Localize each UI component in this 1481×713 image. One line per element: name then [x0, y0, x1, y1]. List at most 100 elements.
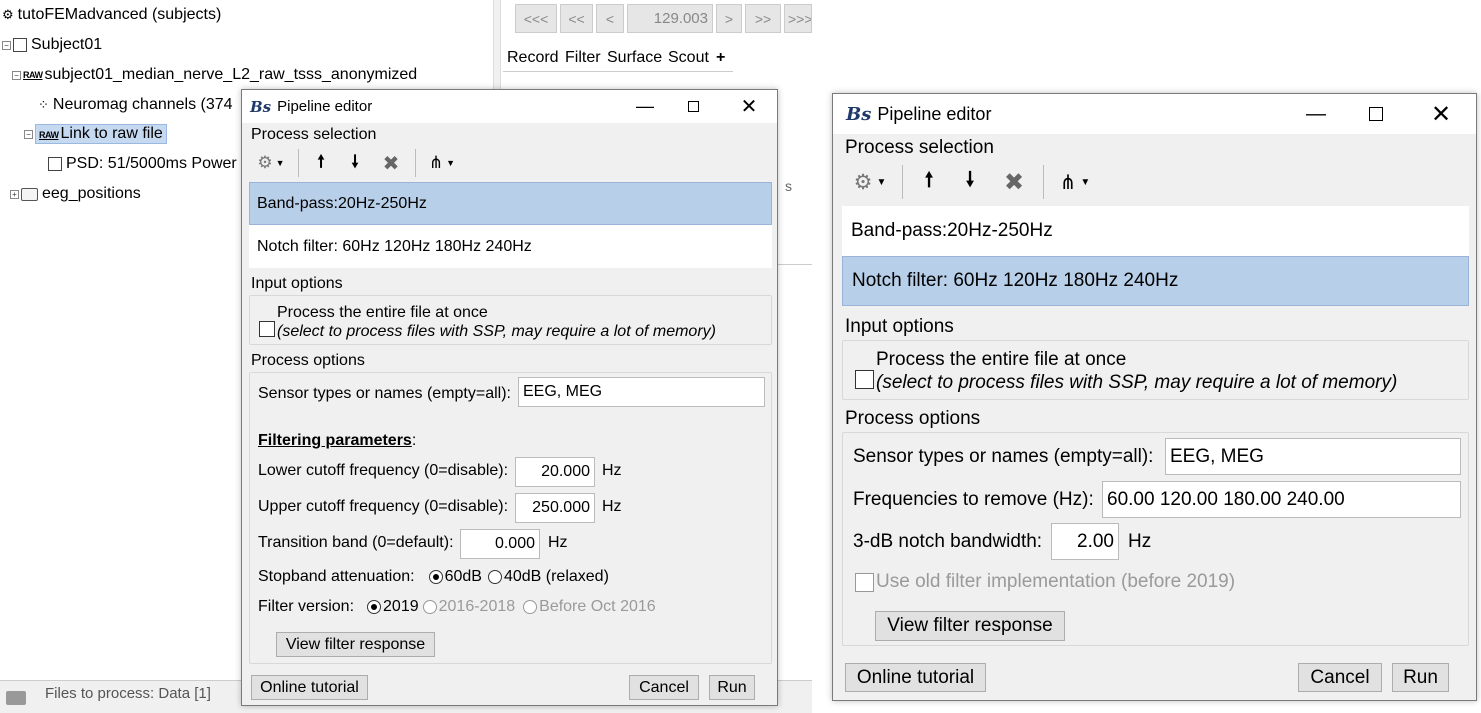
maximize-icon[interactable]: [1348, 94, 1404, 134]
lower-cutoff-input[interactable]: 20.000: [515, 457, 595, 487]
tab-scout[interactable]: Scout: [668, 46, 709, 70]
close-icon[interactable]: ✕: [726, 90, 772, 123]
process-item-bandpass[interactable]: Band-pass:20Hz-250Hz: [249, 182, 772, 225]
process-options-panel: [249, 372, 772, 664]
run-button[interactable]: Run: [1392, 663, 1449, 692]
nav-next-page-button[interactable]: >>: [745, 4, 781, 33]
toolbar-separator: [298, 149, 299, 177]
arrow-down-icon[interactable]: 🠗: [337, 149, 373, 178]
upper-cutoff-input[interactable]: 250.000: [515, 493, 595, 523]
old-filter-option[interactable]: Use old filter implementation (before 20…: [855, 571, 1235, 593]
tree-link[interactable]: − RAW Link to raw file: [24, 121, 167, 147]
pipeline-tree-icon[interactable]: ⋔ ▼: [1051, 170, 1099, 195]
entire-file-checkbox[interactable]: [259, 321, 275, 337]
maximize-icon[interactable]: [670, 90, 716, 123]
sensor-input[interactable]: EEG, MEG: [518, 377, 765, 407]
channels-icon: ⁘: [38, 97, 49, 112]
tree-channels[interactable]: ⁘ Neuromag channels (374: [38, 92, 233, 118]
tree-raw-folder-label: subject01_median_nerve_L2_raw_tsss_anony…: [44, 66, 418, 83]
online-tutorial-button[interactable]: Online tutorial: [251, 675, 368, 700]
process-item-notch[interactable]: Notch filter: 60Hz 120Hz 180Hz 240Hz: [842, 256, 1469, 306]
arrow-down-icon[interactable]: 🠗: [948, 165, 992, 199]
version-2016-label: 2016-2018: [438, 598, 516, 615]
run-button[interactable]: Run: [709, 675, 755, 700]
tab-surface[interactable]: Surface: [607, 46, 662, 70]
entire-file-option[interactable]: Process the entire file at once (select …: [259, 303, 716, 341]
arrow-up-icon[interactable]: 🠕: [305, 149, 337, 178]
filter-version-label: Filter version:: [258, 598, 355, 615]
nav-first-button[interactable]: <<<: [515, 4, 557, 33]
tree-raw-folder[interactable]: − RAW subject01_median_nerve_L2_raw_tsss…: [12, 62, 417, 88]
tab-filter[interactable]: Filter: [565, 46, 601, 70]
filtering-header: Filtering parameters:: [258, 432, 416, 450]
frequencies-input[interactable]: 60.00 120.00 180.00 240.00: [1102, 481, 1461, 518]
sensor-label: Sensor types or names (empty=all):: [258, 385, 511, 402]
version-2019-label: 2019: [383, 598, 419, 615]
minimize-icon[interactable]: —: [622, 90, 668, 123]
gear-icon[interactable]: ⚙ ▼: [845, 170, 895, 195]
nav-prev-page-button[interactable]: <<: [560, 4, 593, 33]
tab-record[interactable]: Record: [507, 46, 559, 70]
collapse-icon[interactable]: −: [2, 40, 11, 50]
arrow-up-icon[interactable]: 🠕: [910, 165, 948, 199]
tree-link-selected[interactable]: RAW Link to raw file: [35, 124, 167, 144]
tree-psd[interactable]: PSD: 51/5000ms Power: [48, 151, 237, 177]
nav-last-button[interactable]: >>>: [784, 4, 812, 33]
view-filter-response-button[interactable]: View filter response: [276, 632, 435, 657]
hz-unit: Hz: [602, 498, 622, 515]
raw-badge-icon: RAW: [39, 130, 59, 140]
minimize-icon[interactable]: —: [1288, 94, 1344, 134]
stopband-40db-radio[interactable]: [487, 570, 502, 584]
process-item-notch[interactable]: Notch filter: 60Hz 120Hz 180Hz 240Hz: [249, 225, 772, 268]
stopband-row: Stopband attenuation: 60dB 40dB (relaxed…: [258, 568, 609, 586]
time-field[interactable]: 129.003: [627, 4, 713, 33]
online-tutorial-button[interactable]: Online tutorial: [845, 663, 986, 692]
tree-subject[interactable]: − Subject01: [2, 32, 102, 58]
version-2016-radio[interactable]: [422, 600, 437, 614]
transition-band-input[interactable]: 0.000: [460, 529, 540, 559]
entire-file-checkbox[interactable]: [855, 369, 874, 389]
frequencies-label: Frequencies to remove (Hz):: [853, 489, 1094, 510]
view-filter-response-button[interactable]: View filter response: [875, 611, 1065, 641]
tree-root[interactable]: ⚙ tutoFEMadvanced (subjects): [2, 2, 221, 28]
gear-icon[interactable]: ⚙ ▼: [250, 153, 292, 173]
process-options-label: Process options: [251, 352, 365, 369]
process-toolbar: ⚙ ▼ 🠕 🠗 ✖ ⋔ ▼: [845, 164, 1099, 200]
collapse-icon[interactable]: −: [24, 129, 33, 139]
process-list: Band-pass:20Hz-250Hz Notch filter: 60Hz …: [249, 182, 772, 268]
tree-eeg[interactable]: + eeg_positions: [10, 181, 141, 207]
cancel-button[interactable]: Cancel: [629, 675, 699, 700]
stopband-60db-radio[interactable]: [428, 570, 443, 584]
tree-psd-label: PSD: 51/5000ms Power: [66, 155, 237, 172]
filter-version-row: Filter version: 2019 2016-2018 Before Oc…: [258, 598, 656, 616]
delete-icon[interactable]: ✖: [373, 151, 409, 176]
dialog-title: Pipeline editor: [277, 98, 373, 115]
collapse-icon[interactable]: −: [12, 70, 21, 80]
protocol-icon: ⚙: [2, 7, 14, 22]
nav-next-button[interactable]: >: [716, 4, 742, 33]
subject-icon: [13, 38, 27, 52]
version-oct2016-radio[interactable]: [523, 600, 538, 614]
delete-icon[interactable]: ✖: [992, 168, 1036, 197]
cancel-button[interactable]: Cancel: [1298, 663, 1382, 692]
upper-cutoff-label: Upper cutoff frequency (0=disable):: [258, 498, 509, 515]
process-toolbar: ⚙ ▼ 🠕 🠗 ✖ ⋔ ▼: [250, 148, 462, 178]
old-filter-checkbox[interactable]: [855, 572, 874, 592]
process-item-bandpass[interactable]: Band-pass:20Hz-250Hz: [842, 206, 1469, 256]
entire-file-option[interactable]: Process the entire file at once (select …: [855, 348, 1397, 394]
pipeline-tree-icon[interactable]: ⋔ ▼: [422, 153, 462, 173]
bandwidth-input[interactable]: 2.00: [1051, 523, 1119, 560]
sensor-input[interactable]: EEG, MEG: [1165, 438, 1461, 475]
stopband-label: Stopband attenuation:: [258, 568, 415, 585]
entire-file-note: (select to process files with SSP, may r…: [277, 323, 716, 340]
version-2019-radio[interactable]: [367, 600, 382, 614]
brainstorm-logo-icon: Bs: [846, 103, 872, 125]
sensor-label: Sensor types or names (empty=all):: [853, 446, 1154, 467]
tab-add-button[interactable]: +: [716, 46, 725, 70]
nav-prev-button[interactable]: <: [596, 4, 624, 33]
raw-badge-icon: RAW: [23, 70, 43, 80]
filtering-header-colon: :: [411, 432, 417, 449]
close-icon[interactable]: ✕: [1413, 94, 1469, 134]
expand-icon[interactable]: +: [10, 189, 19, 199]
entire-file-label: Process the entire file at once: [277, 304, 488, 321]
